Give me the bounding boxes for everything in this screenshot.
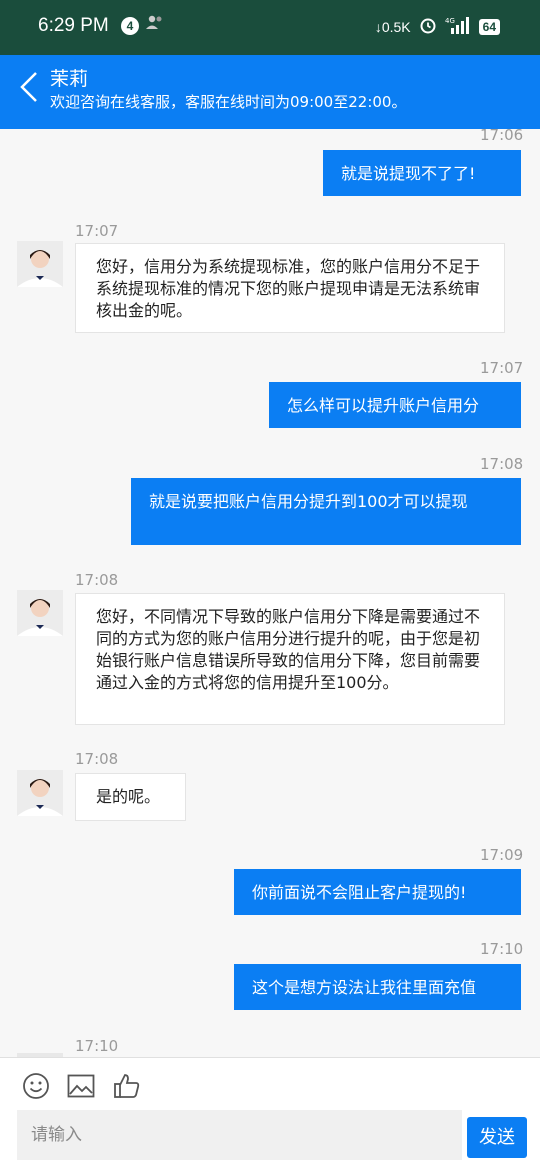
chat-header: 茉莉 欢迎咨询在线客服，客服在线时间为09:00至22:00。: [0, 55, 540, 129]
message-time: 17:09: [480, 846, 524, 864]
agent-name: 茉莉: [50, 68, 89, 90]
status-bar: 6:29 PM 4 ↓0.5K 4G 64: [0, 0, 540, 55]
message-time: 17:08: [480, 455, 524, 473]
image-icon[interactable]: [67, 1072, 95, 1100]
message-bubble-outgoing: 就是说要把账户信用分提升到100才可以提现: [131, 478, 521, 545]
message-bubble-outgoing: 这个是想方设法让我往里面充值: [234, 964, 521, 1010]
message-time: 17:10: [75, 1037, 119, 1055]
message-time: 17:06: [480, 129, 524, 144]
alarm-icon: [419, 16, 437, 37]
thumbs-up-icon[interactable]: [113, 1072, 141, 1100]
service-hours: 欢迎咨询在线客服，客服在线时间为09:00至22:00。: [50, 93, 407, 111]
back-arrow-icon[interactable]: [16, 67, 44, 107]
message-bubble-incoming: 您好，信用分为系统提现标准，您的账户信用分不足于系统提现标准的情况下您的账户提现…: [75, 243, 505, 333]
agent-avatar: [17, 241, 63, 287]
emoji-icon[interactable]: [22, 1072, 50, 1100]
message-bubble-outgoing: 怎么样可以提升账户信用分: [269, 382, 521, 428]
message-time: 17:08: [75, 750, 119, 768]
message-time: 17:08: [75, 571, 119, 589]
message-input[interactable]: 请输入: [17, 1110, 462, 1160]
message-time: 17:07: [480, 359, 524, 377]
signal-icon: 4G: [445, 16, 471, 37]
status-right: ↓0.5K 4G 64: [375, 16, 500, 37]
notification-badge: 4: [121, 17, 139, 35]
battery-indicator: 64: [478, 18, 500, 35]
message-bubble-incoming: 是的呢。: [75, 773, 186, 821]
signal-type: 4G: [445, 17, 455, 25]
message-list[interactable]: 17:06 就是说提现不了了! 17:07 您好，信用分为系统提现标准，您的账户…: [0, 129, 540, 1057]
agent-avatar: [17, 590, 63, 636]
network-speed: ↓0.5K: [374, 18, 411, 35]
agent-avatar: [17, 770, 63, 816]
message-bubble-outgoing: 你前面说不会阻止客户提现的!: [234, 869, 521, 915]
message-time: 17:07: [75, 222, 119, 240]
contacts-icon: [145, 14, 165, 34]
input-bar: 请输入 发送: [0, 1057, 540, 1171]
message-time: 17:10: [480, 940, 524, 958]
send-button[interactable]: 发送: [467, 1117, 527, 1158]
message-bubble-incoming: 您好，不同情况下导致的账户信用分下降是需要通过不同的方式为您的账户信用分进行提升…: [75, 593, 505, 725]
message-bubble-outgoing: 就是说提现不了了!: [323, 150, 521, 196]
status-time: 6:29 PM: [38, 15, 109, 36]
